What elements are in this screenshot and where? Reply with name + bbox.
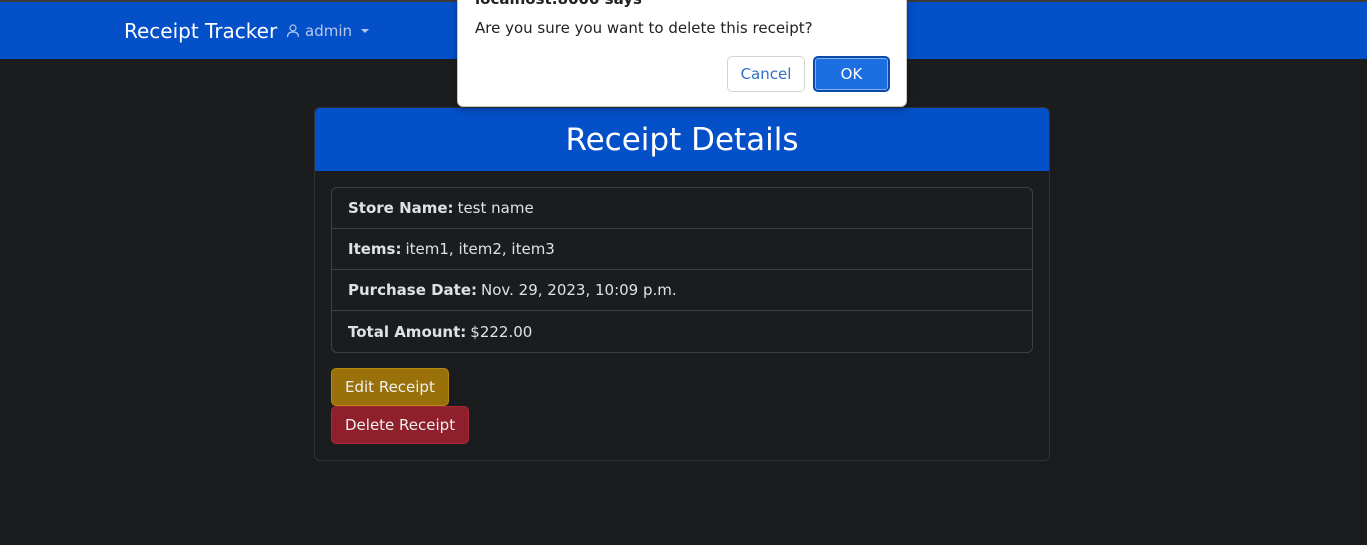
dialog-origin: localhost:8000 says — [475, 0, 642, 8]
field-value: $222.00 — [470, 322, 533, 341]
delete-receipt-button[interactable]: Delete Receipt — [331, 406, 470, 444]
edit-receipt-button[interactable]: Edit Receipt — [331, 368, 449, 406]
page-title: Receipt Details — [565, 121, 799, 158]
field-value: Nov. 29, 2023, 10:09 p.m. — [481, 281, 677, 299]
list-item-store-name: Store Name: test name — [332, 188, 1032, 229]
dialog-message: Are you sure you want to delete this rec… — [475, 19, 813, 37]
field-value: item1, item2, item3 — [405, 240, 555, 258]
list-item-purchase-date: Purchase Date: Nov. 29, 2023, 10:09 p.m. — [332, 270, 1032, 311]
receipt-fields-list: Store Name: test name Items: item1, item… — [331, 187, 1033, 353]
card-header: Receipt Details — [315, 108, 1049, 171]
cancel-button[interactable]: Cancel — [727, 56, 805, 92]
field-label: Purchase Date: — [348, 281, 478, 299]
user-name-label: admin — [305, 22, 352, 40]
list-item-items: Items: item1, item2, item3 — [332, 229, 1032, 270]
list-item-total-amount: Total Amount: $222.00 — [332, 311, 1032, 352]
field-label: Store Name: — [348, 199, 454, 217]
ok-button[interactable]: OK — [813, 56, 890, 92]
field-label: Total Amount: — [348, 322, 467, 341]
confirm-dialog: localhost:8000 says Are you sure you wan… — [457, 0, 907, 107]
brand-link[interactable]: Receipt Tracker — [124, 19, 277, 43]
field-label: Items: — [348, 240, 402, 258]
user-dropdown-toggle[interactable]: admin — [286, 22, 369, 40]
person-icon — [286, 24, 300, 38]
receipt-details-card: Receipt Details Store Name: test name It… — [314, 107, 1050, 461]
field-value: test name — [457, 199, 534, 217]
chevron-down-icon — [361, 29, 369, 33]
